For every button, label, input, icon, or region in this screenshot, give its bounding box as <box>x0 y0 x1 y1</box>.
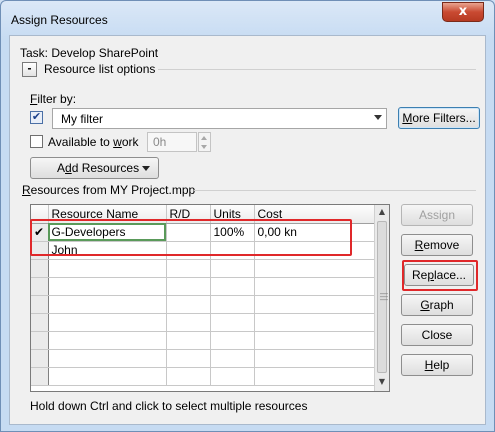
available-to-work-label: Available to work <box>48 135 139 149</box>
cell-cost[interactable] <box>254 331 376 350</box>
cell-units[interactable] <box>210 277 255 296</box>
task-name: Develop SharePoint <box>51 46 159 60</box>
cell-name[interactable] <box>48 313 167 332</box>
graph-button[interactable]: Graph <box>401 294 473 316</box>
row-assigned-indicator[interactable] <box>31 331 49 350</box>
cell-units[interactable] <box>210 349 255 368</box>
cell-cost[interactable] <box>254 295 376 314</box>
cell-rd[interactable] <box>166 367 211 386</box>
hours-input[interactable]: 0h <box>147 132 197 152</box>
cell-rd[interactable] <box>166 259 211 278</box>
cell-rd[interactable] <box>166 295 211 314</box>
window-title: Assign Resources <box>11 13 108 27</box>
divider <box>158 69 476 70</box>
table-row[interactable] <box>31 313 376 332</box>
cell-units[interactable] <box>210 331 255 350</box>
status-text: Hold down Ctrl and click to select multi… <box>30 399 308 413</box>
table-row[interactable] <box>31 295 376 314</box>
divider <box>194 190 476 191</box>
resource-list-options-label: Resource list options <box>44 62 156 76</box>
cell-units[interactable] <box>210 259 255 278</box>
spin-up-icon[interactable] <box>201 136 207 140</box>
table-row[interactable] <box>31 259 376 278</box>
more-filters-button[interactable]: More Filters... <box>398 107 480 129</box>
grip-icon: — — — <box>380 289 388 304</box>
table-row[interactable] <box>31 349 376 368</box>
cell-cost[interactable] <box>254 259 376 278</box>
hours-spinner[interactable] <box>198 132 211 152</box>
close-button[interactable]: Close <box>401 324 473 346</box>
cell-name[interactable] <box>48 349 167 368</box>
remove-button[interactable]: Remove <box>401 234 473 256</box>
cell-units[interactable] <box>210 295 255 314</box>
help-button[interactable]: Help <box>401 354 473 376</box>
cell-name[interactable] <box>48 331 167 350</box>
close-icon[interactable]: x <box>442 2 484 22</box>
cell-rd[interactable] <box>166 277 211 296</box>
table-row[interactable] <box>31 331 376 350</box>
title-bar[interactable]: Assign Resources x <box>1 1 494 35</box>
cell-name[interactable] <box>48 367 167 386</box>
cell-cost[interactable] <box>254 313 376 332</box>
assign-button[interactable]: Assign <box>401 204 473 226</box>
row-assigned-indicator[interactable] <box>31 277 49 296</box>
filter-checkbox[interactable]: ✔ <box>30 111 43 124</box>
available-to-work-checkbox[interactable] <box>30 135 43 148</box>
cell-units[interactable] <box>210 367 255 386</box>
row-assigned-indicator[interactable] <box>31 295 49 314</box>
cell-name[interactable] <box>48 295 167 314</box>
dropdown-arrow-icon <box>142 166 150 171</box>
row-assigned-indicator[interactable] <box>31 349 49 368</box>
scroll-down-icon[interactable]: ▼ <box>377 377 387 389</box>
vertical-scrollbar[interactable]: ▲ — — — ▼ <box>374 205 389 391</box>
cell-rd[interactable] <box>166 349 211 368</box>
cell-cost[interactable] <box>254 367 376 386</box>
row-assigned-indicator[interactable] <box>31 259 49 278</box>
add-resources-button[interactable]: Add Resources <box>30 157 159 179</box>
row-assigned-indicator[interactable] <box>31 367 49 386</box>
table-row[interactable] <box>31 367 376 386</box>
cell-cost[interactable] <box>254 277 376 296</box>
task-label: Task: <box>20 46 49 60</box>
table-row[interactable] <box>31 277 376 296</box>
cell-name[interactable] <box>48 259 167 278</box>
scrollbar-thumb[interactable]: — — — <box>377 221 388 373</box>
dropdown-arrow-icon[interactable] <box>374 115 382 120</box>
resources-from-label: Resources from MY Project.mpp <box>22 183 196 197</box>
filter-value: My filter <box>61 112 103 126</box>
cell-rd[interactable] <box>166 313 211 332</box>
filter-combo[interactable]: My filter <box>52 108 387 129</box>
filter-by-label: Filter by: <box>30 92 77 106</box>
row-assigned-indicator[interactable] <box>31 313 49 332</box>
cell-units[interactable] <box>210 313 255 332</box>
checkmark-icon: ✔ <box>31 111 42 123</box>
replace-button[interactable]: Replace... <box>404 264 474 286</box>
resource-list-options-toggle[interactable]: - <box>22 62 37 77</box>
task-line: Task: Develop SharePoint <box>20 46 158 60</box>
assign-resources-window: Assign Resources x Task: Develop SharePo… <box>0 0 495 432</box>
scroll-up-icon[interactable]: ▲ <box>377 207 387 219</box>
highlight-rows-annotation <box>30 219 352 256</box>
spin-down-icon[interactable] <box>201 145 207 149</box>
cell-cost[interactable] <box>254 349 376 368</box>
cell-name[interactable] <box>48 277 167 296</box>
cell-rd[interactable] <box>166 331 211 350</box>
dialog-body: Task: Develop SharePoint - Resource list… <box>9 35 486 425</box>
